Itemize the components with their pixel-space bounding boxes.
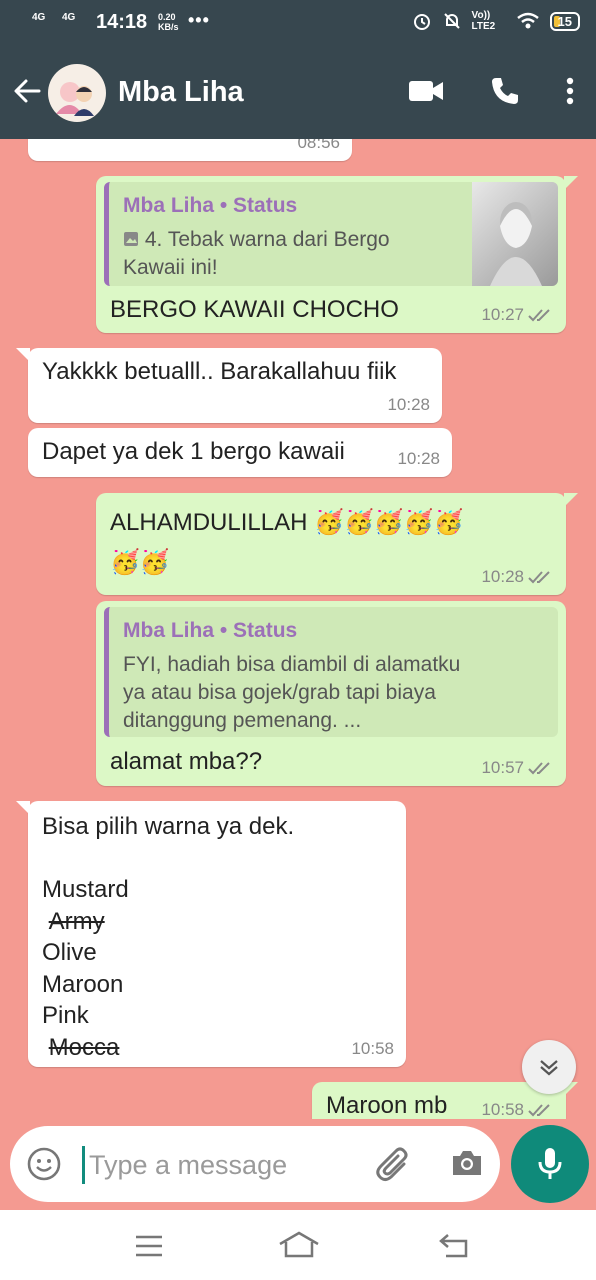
message-composer bbox=[10, 1126, 500, 1202]
signal-indicator-2: 4G bbox=[62, 12, 76, 23]
camera-icon[interactable] bbox=[450, 1148, 484, 1178]
attachment-icon[interactable] bbox=[374, 1146, 414, 1184]
photo-icon bbox=[124, 232, 138, 246]
quoted-text: FYI, hadiah bisa diambil di alamatku ya … bbox=[123, 653, 461, 732]
message-bubble-incoming[interactable]: Yakkkk betualll.. Barakallahuu fiik 10:2… bbox=[16, 348, 442, 423]
quoted-text: 4. Tebak warna dari Bergo Kawaii ini! bbox=[123, 228, 390, 279]
message-bubble-incoming[interactable]: 08:56 bbox=[28, 139, 352, 161]
message-time: 10:28 bbox=[397, 449, 440, 468]
alarm-icon bbox=[413, 14, 430, 30]
color-option-crossed: Mocca bbox=[48, 1033, 120, 1061]
message-meta: 10:28 bbox=[481, 567, 554, 587]
avatar[interactable] bbox=[48, 64, 106, 122]
menu-icon[interactable] bbox=[134, 1234, 164, 1258]
double-chevron-down-icon bbox=[540, 1060, 558, 1076]
message-text: Yakkkk betualll.. Barakallahuu fiik bbox=[42, 358, 397, 385]
home-icon[interactable] bbox=[278, 1230, 320, 1260]
message-text: ALHAMDULILLAH 🥳🥳🥳🥳🥳 🥳🥳 bbox=[110, 509, 464, 576]
message-bubble-incoming[interactable]: Bisa pilih warna ya dek. Mustard Army Ol… bbox=[16, 801, 406, 1067]
double-check-icon bbox=[528, 309, 550, 322]
video-call-icon[interactable] bbox=[408, 79, 444, 103]
network-speed-unit: KB/s bbox=[158, 22, 179, 32]
color-option: Pink bbox=[42, 1002, 89, 1029]
mute-icon bbox=[443, 13, 460, 29]
double-check-icon bbox=[528, 1104, 550, 1117]
message-text: alamat mba?? bbox=[110, 748, 263, 775]
message-time: 10:27 bbox=[481, 305, 524, 324]
back-arrow-icon[interactable] bbox=[12, 76, 42, 106]
back-icon[interactable] bbox=[438, 1232, 470, 1258]
status-icons: Vo)) LTE2 15 bbox=[412, 10, 580, 32]
double-check-icon bbox=[528, 571, 550, 584]
message-meta: 10:58 bbox=[481, 1100, 554, 1119]
quoted-status[interactable]: Mba Liha • Status 4. Tebak warna dari Be… bbox=[104, 182, 558, 286]
system-navigation-bar bbox=[0, 1210, 596, 1280]
message-time: 10:28 bbox=[481, 567, 524, 586]
battery-indicator: 15 bbox=[549, 11, 580, 31]
chat-area[interactable]: 08:56 Mba Liha • Status 4. Tebak warna d… bbox=[0, 139, 596, 1119]
message-meta: 10:57 bbox=[481, 758, 554, 778]
contact-name[interactable]: Mba Liha bbox=[118, 76, 244, 109]
message-time: 10:28 bbox=[387, 395, 430, 414]
quoted-author: Mba Liha • Status bbox=[123, 194, 298, 217]
color-option: Mustard bbox=[42, 876, 129, 903]
message-bubble-incoming[interactable]: Dapet ya dek 1 bergo kawaii 10:28 bbox=[28, 428, 452, 477]
quoted-status[interactable]: Mba Liha • Status FYI, hadiah bisa diamb… bbox=[104, 607, 558, 737]
more-options-icon[interactable] bbox=[566, 77, 574, 105]
signal-indicator-1: 4G bbox=[32, 12, 46, 23]
battery-level: 15 bbox=[557, 13, 572, 29]
message-text: BERGO KAWAII CHOCHO bbox=[110, 296, 399, 323]
message-time: 10:58 bbox=[351, 1039, 394, 1058]
message-bubble-outgoing[interactable]: Mba Liha • Status 4. Tebak warna dari Be… bbox=[96, 176, 578, 333]
message-meta: 10:27 bbox=[481, 305, 554, 325]
party-emoji-row: 🥳🥳 bbox=[110, 549, 170, 576]
message-bubble-outgoing[interactable]: ALHAMDULILLAH 🥳🥳🥳🥳🥳 🥳🥳 10:28 bbox=[96, 493, 578, 595]
color-option-crossed: Army bbox=[48, 907, 105, 935]
message-time: 10:57 bbox=[481, 758, 524, 777]
status-thumbnail bbox=[472, 182, 558, 286]
message-bubble-outgoing[interactable]: Maroon mb 10:58 bbox=[312, 1082, 578, 1119]
microphone-icon bbox=[538, 1148, 562, 1179]
color-option: Olive bbox=[42, 939, 97, 966]
emoji-icon[interactable] bbox=[26, 1146, 62, 1182]
message-time: 10:58 bbox=[481, 1100, 524, 1119]
quoted-author: Mba Liha • Status bbox=[123, 619, 298, 642]
status-time: 14:18 bbox=[96, 11, 148, 33]
message-bubble-outgoing[interactable]: Mba Liha • Status FYI, hadiah bisa diamb… bbox=[96, 601, 566, 786]
message-input[interactable] bbox=[82, 1146, 361, 1184]
more-notifications-icon: ••• bbox=[188, 10, 210, 30]
status-bar: 4G 4G 14:18 0.20 KB/s ••• Vo)) LTE2 15 bbox=[0, 0, 596, 46]
network-speed: 0.20 KB/s bbox=[158, 12, 179, 32]
double-check-icon bbox=[528, 762, 550, 775]
lte-indicator: Vo)) LTE2 bbox=[471, 10, 496, 32]
network-speed-value: 0.20 bbox=[158, 12, 176, 22]
message-text: Bisa pilih warna ya dek. Mustard Army Ol… bbox=[42, 813, 295, 1061]
chat-header: Mba Liha bbox=[0, 46, 596, 139]
party-emoji-row: 🥳🥳🥳🥳🥳 bbox=[314, 509, 464, 536]
scroll-to-bottom-button[interactable] bbox=[522, 1040, 576, 1094]
phone-icon[interactable] bbox=[490, 76, 520, 106]
voice-message-button[interactable] bbox=[511, 1125, 589, 1203]
wifi-icon bbox=[516, 12, 539, 29]
color-option: Maroon bbox=[42, 970, 124, 998]
message-text: Dapet ya dek 1 bergo kawaii bbox=[42, 438, 345, 465]
message-text: Maroon mb bbox=[326, 1092, 448, 1119]
message-time: 08:56 bbox=[297, 139, 340, 152]
